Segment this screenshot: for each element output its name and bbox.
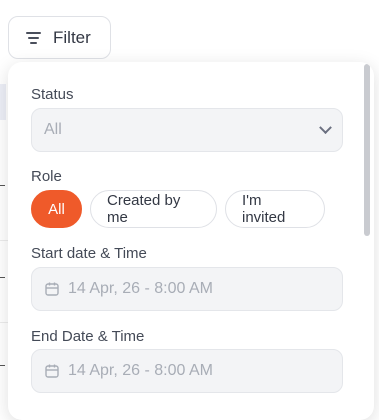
start-date-label: Start date & Time bbox=[31, 245, 147, 262]
background-row-chip bbox=[0, 84, 6, 120]
panel-scrollbar[interactable] bbox=[364, 64, 370, 236]
filter-panel: Status All Role All Created by me I'm in… bbox=[8, 62, 374, 420]
status-label: Status bbox=[31, 86, 74, 103]
calendar-icon bbox=[45, 282, 59, 296]
chevron-down-icon bbox=[319, 120, 332, 134]
end-date-field[interactable]: 14 Apr, 26 - 8:00 AM bbox=[31, 349, 343, 393]
background-dash bbox=[0, 365, 5, 366]
filter-button-label: Filter bbox=[53, 27, 91, 47]
filter-lines-icon bbox=[25, 31, 41, 44]
role-options: All Created by me I'm invited bbox=[31, 190, 325, 228]
start-date-placeholder: 14 Apr, 26 - 8:00 AM bbox=[68, 280, 213, 297]
role-option-all[interactable]: All bbox=[31, 190, 82, 228]
role-option-created-by-me[interactable]: Created by me bbox=[90, 190, 217, 228]
end-date-placeholder: 14 Apr, 26 - 8:00 AM bbox=[68, 362, 213, 379]
status-select-value: All bbox=[44, 121, 62, 138]
status-select[interactable]: All bbox=[31, 108, 343, 152]
role-label: Role bbox=[31, 168, 62, 185]
filter-button[interactable]: Filter bbox=[8, 16, 111, 59]
start-date-field[interactable]: 14 Apr, 26 - 8:00 AM bbox=[31, 267, 343, 311]
background-dash bbox=[0, 185, 5, 186]
calendar-icon bbox=[45, 364, 59, 378]
end-date-label: End Date & Time bbox=[31, 328, 145, 345]
role-option-im-invited[interactable]: I'm invited bbox=[225, 190, 325, 228]
background-dash bbox=[0, 277, 5, 278]
